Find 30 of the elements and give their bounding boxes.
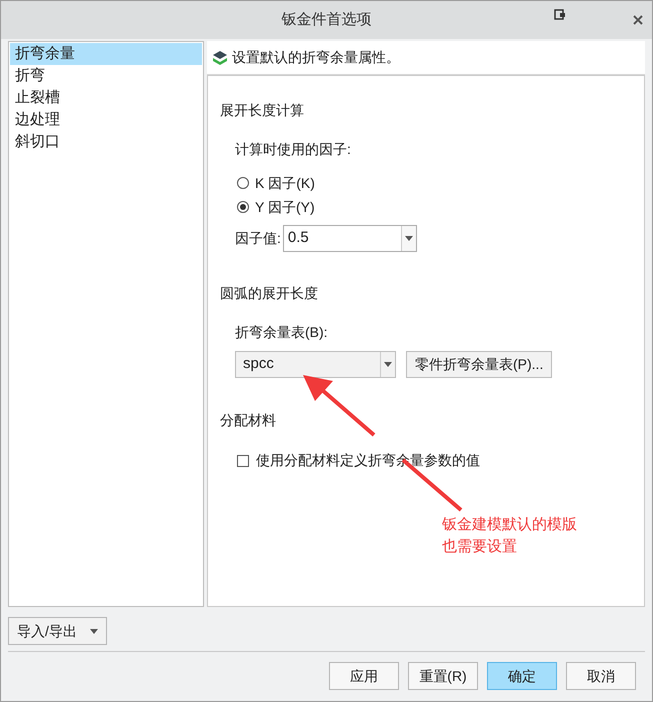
layers-icon	[212, 50, 228, 66]
caret-icon	[90, 628, 98, 634]
part-table-button[interactable]: 零件折弯余量表(P)...	[406, 351, 552, 378]
close-icon[interactable]	[633, 15, 643, 25]
dialog-button[interactable]: 应用	[329, 662, 399, 690]
panel-description: 设置默认的折弯余量属性。	[232, 48, 400, 67]
dialog-button[interactable]: 重置(R)	[408, 662, 478, 690]
radio-option[interactable]: Y 因子(Y)	[237, 198, 315, 216]
dialog-button[interactable]: 取消	[566, 662, 636, 690]
factor-value-combobox[interactable]: 0.5	[282, 225, 417, 252]
sidebar-item[interactable]: 折弯余量	[10, 43, 202, 65]
sidebar-item[interactable]: 斜切口	[10, 131, 202, 153]
pin-icon[interactable]	[554, 9, 566, 21]
factor-label: 计算时使用的因子:	[235, 140, 352, 159]
import-export-dropdown[interactable]: 导入/导出	[8, 617, 107, 645]
window-title: 钣金件首选项	[282, 10, 372, 30]
annotation-text: 钣金建模默认的模版 也需要设置	[442, 515, 577, 557]
dialog-button[interactable]: 确定	[487, 662, 557, 690]
sidebar-item[interactable]: 止裂槽	[10, 87, 202, 109]
factor-value-label: 因子值:	[235, 229, 281, 248]
section-title: 展开长度计算	[220, 101, 305, 120]
radio-option[interactable]: K 因子(K)	[237, 174, 315, 192]
caret-icon	[384, 362, 392, 367]
sidebar-item[interactable]: 折弯	[10, 65, 202, 87]
section-title: 分配材料	[220, 411, 277, 430]
sidebar-item[interactable]: 边处理	[10, 109, 202, 131]
bend-table-label: 折弯余量表(B):	[235, 323, 329, 342]
caret-icon	[404, 236, 413, 241]
bend-table-combobox[interactable]: spcc	[235, 351, 396, 378]
section-title: 圆弧的展开长度	[220, 284, 319, 303]
